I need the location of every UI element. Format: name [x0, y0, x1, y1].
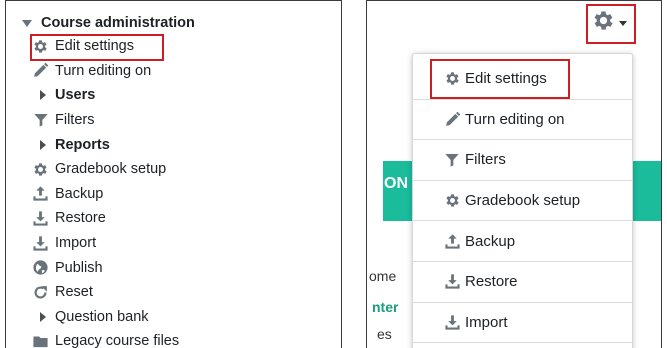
menu-item-backup[interactable]: Backup — [413, 221, 632, 262]
tree-item-reset[interactable]: Reset — [32, 280, 332, 305]
upload-icon — [443, 232, 461, 250]
background-text: ome — [369, 268, 397, 284]
menu-item-label: Restore — [465, 273, 518, 291]
tree-item-publish[interactable]: Publish — [32, 255, 332, 280]
pencil-icon — [443, 110, 461, 128]
tree-item-import[interactable]: Import — [32, 231, 332, 256]
menu-item-label: Filters — [465, 151, 506, 169]
download-icon — [32, 235, 49, 252]
refresh-icon — [32, 284, 49, 301]
menu-item-turn-editing-on[interactable]: Turn editing on — [413, 100, 632, 141]
tree-item-label: Restore — [55, 210, 106, 227]
gear-icon — [443, 192, 461, 210]
tree-item-question-bank[interactable]: Question bank — [32, 305, 332, 330]
filter-icon — [443, 151, 461, 169]
edit-settings-highlight-box — [30, 34, 164, 61]
caret-right-icon — [32, 136, 49, 153]
edit-settings-highlight-box — [430, 59, 570, 99]
tree-item-label: Backup — [55, 185, 104, 202]
download-icon — [443, 273, 461, 291]
course-administration-list: Edit settings Turn editing on Users Filters… — [32, 34, 332, 348]
pencil-icon — [32, 62, 49, 79]
upload-icon — [32, 185, 49, 202]
tree-item-restore[interactable]: Restore — [32, 206, 332, 231]
menu-item-restore[interactable]: Restore — [413, 262, 632, 303]
course-administration-panel: Course administration Edit settings Turn … — [5, 0, 342, 348]
tree-item-filters[interactable]: Filters — [32, 108, 332, 133]
caret-right-icon — [32, 87, 49, 104]
tree-item-label: Reset — [55, 284, 93, 301]
menu-item-import[interactable]: Import — [413, 303, 632, 344]
gear-icon — [32, 161, 49, 178]
tree-item-label: Legacy course files — [55, 333, 180, 348]
download-icon — [443, 313, 461, 331]
section-title: Course administration — [41, 15, 195, 31]
tree-item-turn-editing-on[interactable]: Turn editing on — [32, 59, 332, 84]
tree-item-reports[interactable]: Reports — [32, 132, 332, 157]
background-text: es — [377, 326, 392, 342]
tree-item-label: Gradebook setup — [55, 161, 167, 178]
filter-icon — [32, 112, 49, 129]
tree-item-gradebook-setup[interactable]: Gradebook setup — [32, 157, 332, 182]
banner-text: ON — [384, 175, 408, 192]
tree-item-label: Publish — [55, 259, 103, 276]
tree-item-users[interactable]: Users — [32, 83, 332, 108]
tree-item-label: Reports — [55, 136, 110, 153]
tree-item-backup[interactable]: Backup — [32, 182, 332, 207]
caret-right-icon — [32, 308, 49, 325]
tree-item-label: Users — [55, 87, 96, 104]
folder-icon — [32, 333, 49, 348]
caret-down-icon — [22, 19, 32, 27]
menu-item-filters[interactable]: Filters — [413, 140, 632, 181]
tree-item-label: Import — [55, 235, 97, 252]
globe-icon — [32, 259, 49, 276]
menu-item-label: Import — [465, 313, 508, 331]
tree-item-label: Turn editing on — [55, 62, 152, 79]
tree-item-label: Filters — [55, 112, 95, 129]
tree-item-legacy-course-files[interactable]: Legacy course files — [32, 329, 332, 348]
menu-item-label: Backup — [465, 232, 516, 250]
course-administration-header[interactable]: Course administration — [22, 13, 195, 33]
background-link-text[interactable]: nter — [372, 299, 398, 315]
menu-item-label: Turn editing on — [465, 110, 565, 128]
gear-menu-highlight-box — [586, 4, 636, 44]
menu-item-gradebook-setup[interactable]: Gradebook setup — [413, 181, 632, 222]
menu-item-label: Gradebook setup — [465, 192, 581, 210]
course-page-panel: ON ome nter es Edit settings Turn editing… — [366, 0, 662, 348]
download-icon — [32, 210, 49, 227]
tree-item-label: Question bank — [55, 308, 149, 325]
